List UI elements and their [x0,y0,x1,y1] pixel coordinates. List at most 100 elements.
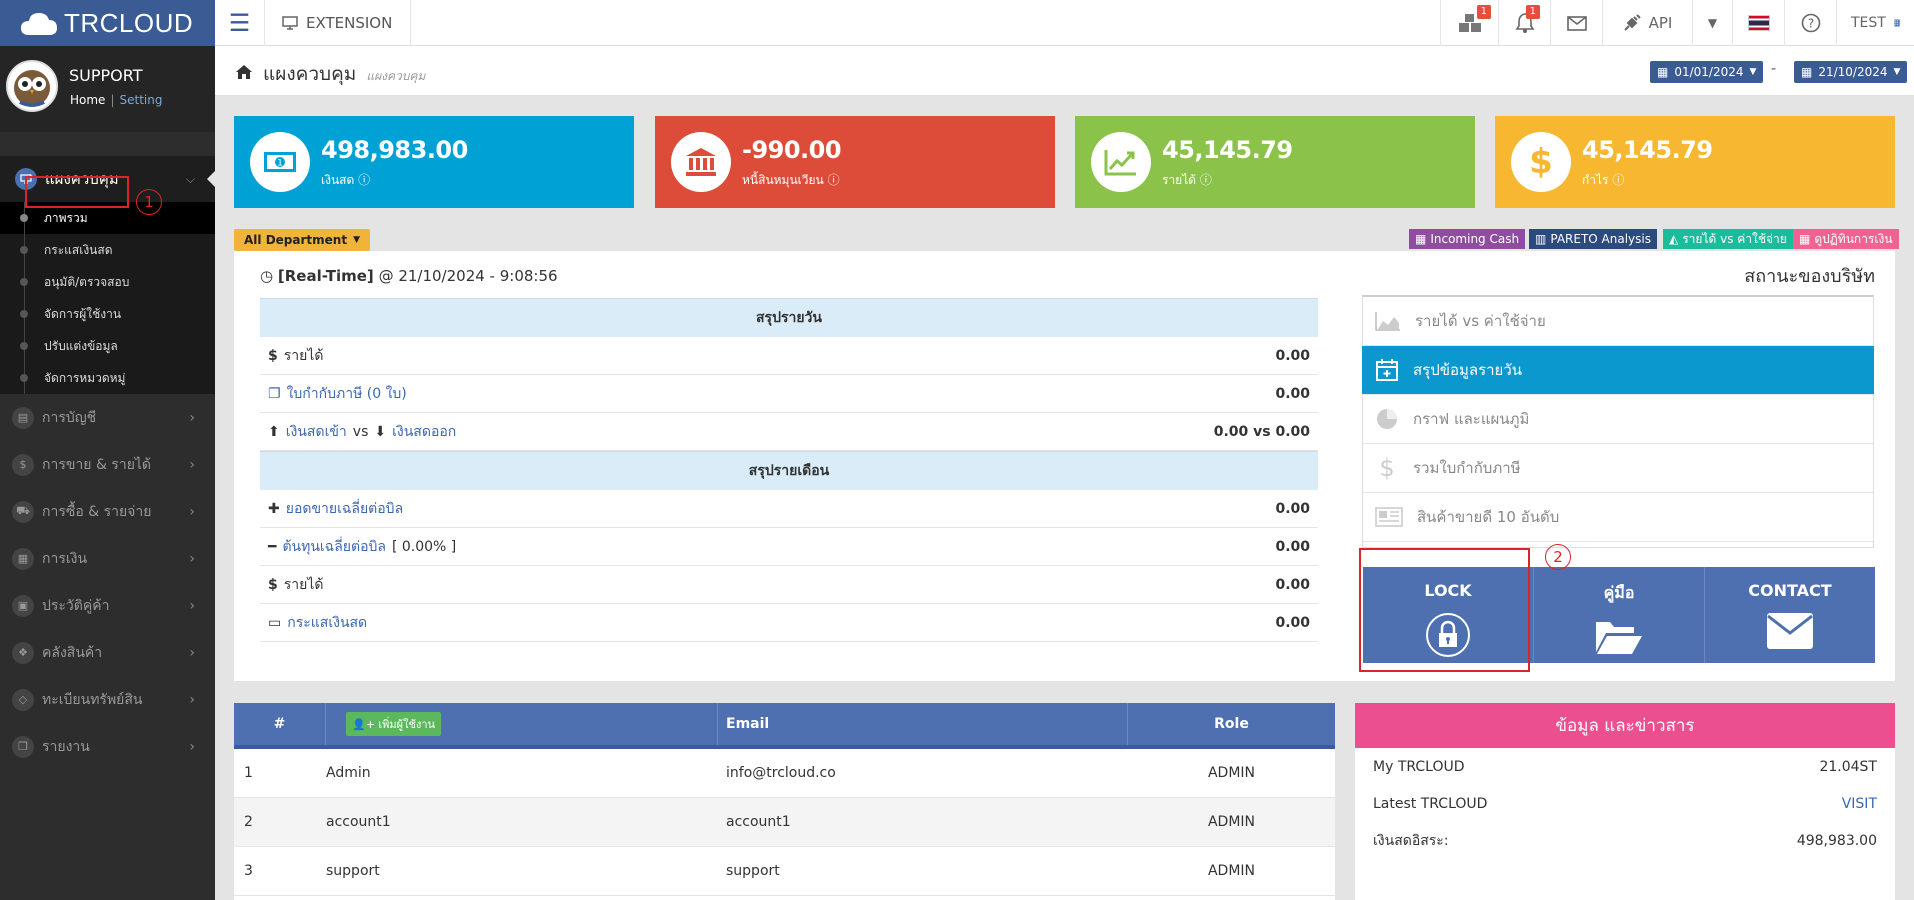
chevron-down-icon: ⌵ [185,171,195,186]
income-vs-expense-button[interactable]: ◭ รายได้ vs ค่าใช้จ่าย [1663,229,1793,249]
stat-label: รายได้ ⓘ [1162,171,1212,190]
incoming-cash-button[interactable]: ▦ Incoming Cash [1409,229,1526,249]
sidebar-item-purchases[interactable]: ⛟ การซื้อ & รายจ่าย › [0,488,215,535]
submenu-label: จัดการผู้ใช้งาน [44,306,122,321]
realtime-timestamp: @ 21/10/2024 - 9:08:56 [378,267,558,285]
sidebar-item-assets[interactable]: ◇ ทะเบียนทรัพย์สิน › [0,676,215,723]
hamburger-menu-button[interactable]: ☰ [215,0,265,46]
chevron-right-icon: › [189,597,195,614]
home-link[interactable]: Home [70,93,105,107]
extension-button[interactable]: EXTENSION [266,0,412,46]
submenu-categories[interactable]: จัดการหมวดหมู่ [0,362,215,394]
sidebar-item-sales[interactable]: $ การขาย & รายได้ › [0,441,215,488]
plus-icon: ✚ [268,500,280,517]
avatar[interactable] [6,60,58,112]
row-label: รายได้ [283,347,324,364]
table-row[interactable]: 2 account1 account1 ADMIN [234,798,1335,847]
stat-card-liabilities[interactable]: -990.00 หนี้สินหมุนเวียน ⓘ [655,116,1055,208]
bullet-icon [20,214,28,222]
table-row[interactable]: 3 support support ADMIN [234,847,1335,896]
sidebar-item-inventory[interactable]: ❖ คลังสินค้า › [0,629,215,676]
help-button[interactable]: ? [1784,0,1836,46]
page-title: แผงควบคุม [263,63,357,85]
question-icon: ? [1801,13,1820,33]
sidebar-item-label: การเงิน [42,550,88,567]
row-value: 0.00 [1275,385,1310,402]
calendar-button[interactable]: ▦ ดูปฏิทินการเงิน [1793,229,1899,249]
cart-button[interactable]: 1 [1440,0,1498,46]
menu-top-products[interactable]: สินค้าขายดี 10 อันดับ [1363,493,1873,542]
menu-label: สินค้าขายดี 10 อันดับ [1417,508,1560,526]
sidebar-item-finance[interactable]: ▦ การเงิน › [0,535,215,582]
pareto-button[interactable]: ▥ PARETO Analysis [1529,229,1657,249]
chevron-right-icon: › [189,409,195,426]
cell-role: ADMIN [1207,814,1256,830]
home-icon[interactable] [235,64,253,80]
stat-card-cash[interactable]: 1 498,983.00 เงินสด ⓘ [234,116,634,208]
stat-label: หนี้สินหมุนเวียน ⓘ [742,171,840,190]
cell-name: Admin [326,765,371,781]
manual-tile[interactable]: คู่มือ [1534,567,1705,663]
menu-label: กราฟ และแผนภูมิ [1413,410,1530,428]
submenu-users[interactable]: จัดการผู้ใช้งาน [0,298,215,330]
date-to-picker[interactable]: ▦ 21/10/2024 ▼ [1794,61,1908,83]
logo[interactable]: TRCLOUD [0,0,215,46]
stat-card-income[interactable]: 45,145.79 รายได้ ⓘ [1075,116,1475,208]
sidebar-item-reports[interactable]: ❐ รายงาน › [0,723,215,770]
owl-mascot-icon [14,70,50,107]
tax-invoice-link[interactable]: ใบกำกับภาษี (0 ใบ) [287,383,407,405]
menu-tax-invoices[interactable]: $ รวมใบกำกับภาษี [1363,444,1873,493]
sidebar-item-accounting[interactable]: ▤ การบัญชี › [0,394,215,441]
menu-income-vs-expense[interactable]: รายได้ vs ค่าใช้จ่าย [1363,297,1873,346]
arrow-up-circle-icon: ⬆ [268,423,280,440]
cell-email: info@trcloud.co [726,765,836,781]
cashflow-link[interactable]: กระแสเงินสด [287,612,367,634]
cubes-icon: ❖ [12,641,34,664]
company-status-menu: รายได้ vs ค่าใช้จ่าย สรุปข้อมูลรายวัน กร… [1362,295,1874,548]
stat-card-profit[interactable]: $ 45,145.79 กำไร ⓘ [1495,116,1895,208]
setting-link[interactable]: Setting [119,93,162,107]
item-value: 498,983.00 [1796,832,1877,849]
notifications-button[interactable]: 1 [1498,0,1550,46]
date-separator: - [1771,61,1777,77]
divider: | [110,93,115,107]
language-button[interactable] [1732,0,1784,46]
table-row: ▭ กระแสเงินสด 0.00 [260,604,1318,642]
money-icon: 1 [250,132,310,192]
dropdown-button[interactable]: ▼ [1692,0,1732,46]
company-status-title: สถานะของบริษัท [1744,266,1875,287]
menu-charts[interactable]: กราฟ และแผนภูมิ [1363,395,1873,444]
stat-label-text: เงินสด [321,173,355,187]
add-user-button[interactable]: 👤+ เพิ่มผู้ใช้งาน [346,712,442,736]
table-row: $ รายได้ 0.00 [260,337,1318,375]
bullet-icon [20,278,28,286]
newspaper-icon [1375,507,1403,527]
daily-summary-header: สรุปรายวัน [260,298,1318,337]
user-menu-button[interactable]: TEST [1836,0,1914,46]
department-dropdown[interactable]: All Department ▼ [234,229,370,251]
line-chart-icon [1091,132,1151,192]
submenu-cashflow[interactable]: กระแสเงินสด [0,234,215,266]
annotation-marker-2: 2 [1545,544,1571,570]
date-from-picker[interactable]: ▦ 01/01/2024 ▼ [1650,61,1764,83]
cash-out-link[interactable]: เงินสดออก [392,421,456,443]
api-button[interactable]: API [1602,0,1692,46]
date-from: 01/01/2024 [1674,65,1744,79]
menu-daily-summary[interactable]: สรุปข้อมูลรายวัน [1362,346,1874,395]
mail-button[interactable] [1550,0,1602,46]
table-row: ✚ ยอดขายเฉลี่ยต่อบิล 0.00 [260,490,1318,528]
submenu-approve[interactable]: อนุมัติ/ตรวจสอบ [0,266,215,298]
news-panel: ข้อมูล และข่าวสาร My TRCLOUD 21.04ST Lat… [1355,703,1895,900]
cash-in-link[interactable]: เงินสดเข้า [286,421,347,443]
building-icon [1894,19,1900,27]
contact-tile[interactable]: CONTACT [1705,567,1875,663]
sidebar-item-partners[interactable]: ▣ ประวัติคู่ค้า › [0,582,215,629]
submenu-customize[interactable]: ปรับแต่งข้อมูล [0,330,215,362]
table-row[interactable]: 1 Admin info@trcloud.co ADMIN [234,749,1335,798]
cell-num: 1 [244,765,253,781]
visit-link[interactable]: VISIT [1842,796,1877,812]
avg-sales-link[interactable]: ยอดขายเฉลี่ยต่อบิล [286,498,403,520]
pie-chart-icon [1377,409,1397,429]
list-item: เงินสดอิสระ: 498,983.00 [1355,822,1895,859]
avg-cost-link[interactable]: ต้นทุนเฉลี่ยต่อบิล [282,536,386,558]
